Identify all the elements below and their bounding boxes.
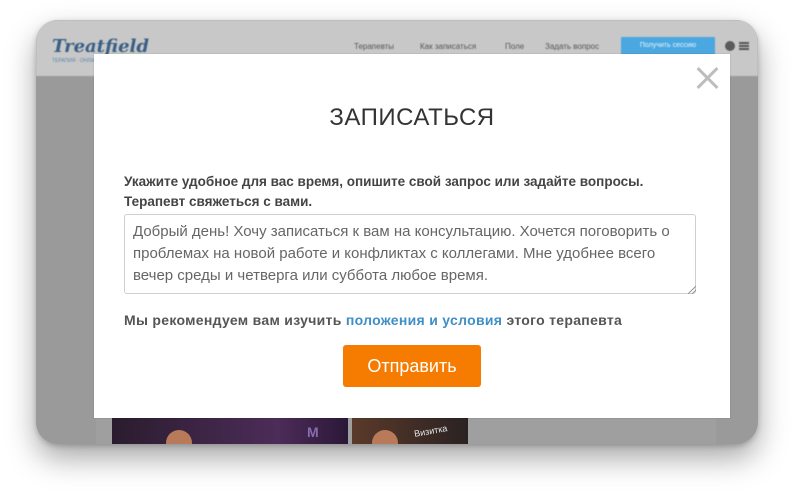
- person-photo: [372, 430, 398, 444]
- terms-suffix: этого терапевта: [506, 312, 623, 328]
- modal-title: ЗАПИСАТЬСЯ: [329, 104, 495, 131]
- menu-icon[interactable]: [739, 42, 749, 50]
- terms-prefix: Мы рекомендуем вам изучить: [124, 312, 342, 328]
- thumbnail-label: Визитка: [413, 423, 449, 439]
- close-icon[interactable]: [694, 64, 722, 92]
- language-flag-icon[interactable]: [725, 41, 735, 51]
- instruction-text: Укажите удобное для вас время, опишите с…: [124, 174, 644, 209]
- submit-button[interactable]: Отправить: [343, 345, 481, 387]
- nav-item-ask-question[interactable]: Задать вопрос: [545, 42, 599, 51]
- get-session-button[interactable]: Получить сессию: [621, 37, 715, 55]
- resize-handle-icon[interactable]: [688, 286, 696, 294]
- terms-notice: Мы рекомендуем вам изучить положения и у…: [124, 312, 704, 328]
- person-photo: [166, 430, 192, 444]
- terms-link[interactable]: положения и условия: [346, 312, 502, 328]
- message-textarea[interactable]: Добрый день! Хочу записаться к вам на ко…: [124, 214, 696, 294]
- video-thumbnail[interactable]: M: [112, 418, 348, 444]
- booking-modal: ЗАПИСАТЬСЯ Укажите удобное для вас время…: [94, 54, 730, 418]
- nav-item-how-to-book[interactable]: Как записаться: [420, 42, 476, 51]
- thumbnail-decor-letter: M: [307, 424, 319, 440]
- nav-item-field[interactable]: Поле: [505, 42, 524, 51]
- video-thumbnail-intro[interactable]: Визитка: [352, 418, 468, 444]
- nav-item-therapists[interactable]: Терапевты: [354, 42, 394, 51]
